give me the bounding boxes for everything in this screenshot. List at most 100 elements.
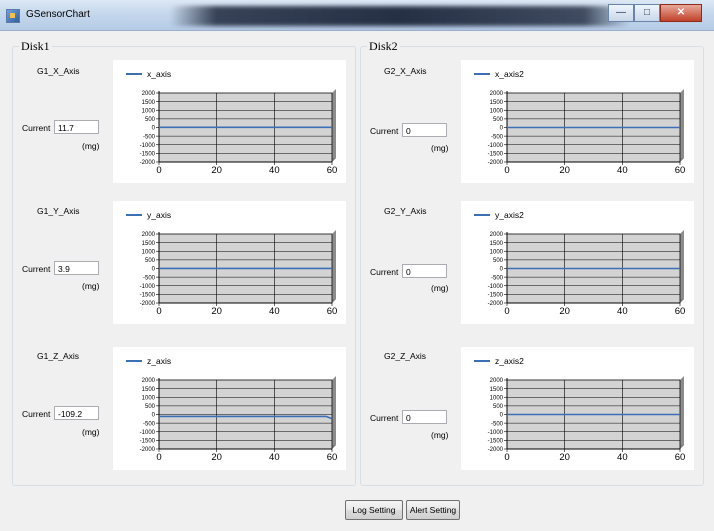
g2-z-axis-label: G2_Z_Axis (384, 351, 427, 361)
x-tick-label: 0 (156, 165, 161, 176)
legend-label: x_axis2 (495, 69, 524, 79)
y-tick-label: -2000 (488, 160, 504, 166)
g2-y-axis-label: G2_Y_Axis (384, 206, 427, 216)
g1-y-axis-label: G1_Y_Axis (37, 206, 80, 216)
y-tick-label: -500 (143, 275, 156, 281)
y-tick-label: 500 (493, 258, 504, 264)
maximize-button[interactable]: □ (634, 4, 660, 22)
disk1-title: Disk1 (19, 39, 52, 54)
y-tick-label: 1000 (142, 249, 156, 255)
y-tick-label: 2000 (490, 378, 504, 384)
y-tick-label: -1500 (140, 293, 156, 299)
y-tick-label: -500 (143, 134, 156, 140)
x-tick-label: 60 (327, 165, 338, 176)
y-tick-label: 2000 (142, 378, 156, 384)
legend-label: z_axis (147, 356, 171, 366)
y-tick-label: -1500 (140, 152, 156, 158)
x-tick-label: 40 (269, 452, 280, 463)
x-tick-label: 20 (559, 452, 570, 463)
x-tick-label: 40 (269, 165, 280, 176)
plot-side-wall (680, 230, 684, 303)
y-tick-label: 0 (500, 413, 504, 419)
chart-svg: y_axis2 2000 1500 1000 500 0 -500 -1000 -1500 -20… (474, 210, 685, 317)
app-icon (6, 9, 20, 23)
x-tick-label: 60 (327, 306, 338, 317)
y-tick-label: -500 (491, 134, 504, 140)
minimize-button[interactable]: — (608, 4, 634, 22)
y-tick-label: -2000 (140, 447, 156, 453)
close-button[interactable]: ✕ (660, 4, 702, 22)
y-tick-label: 2000 (142, 232, 156, 238)
x-tick-label: 0 (156, 452, 161, 463)
g1-z-unit-label: (mg) (82, 427, 100, 437)
y-tick-label: -500 (491, 275, 504, 281)
y-tick-label: 0 (152, 267, 156, 273)
y-tick-label: -1500 (488, 152, 504, 158)
disk2-title: Disk2 (367, 39, 400, 54)
g1-y-unit-label: (mg) (82, 281, 100, 291)
g1-x-axis-chart: x_axis 2000 1500 1000 500 0 -500 -1000 -1500 -200… (113, 60, 346, 183)
y-tick-label: -1000 (140, 430, 156, 436)
y-tick-label: -500 (143, 421, 156, 427)
legend-label: y_axis2 (495, 210, 524, 220)
x-tick-label: 20 (211, 306, 222, 317)
g2-x-axis-chart: x_axis2 2000 1500 1000 500 0 -500 -1000 -1500 -20… (461, 60, 694, 183)
alert-setting-button[interactable]: Alert Setting (406, 500, 460, 520)
x-tick-label: 0 (156, 306, 161, 317)
log-setting-button[interactable]: Log Setting (345, 500, 403, 520)
x-tick-label: 60 (675, 452, 686, 463)
g2-x-current-value[interactable]: 0 (402, 123, 447, 137)
y-tick-label: 500 (493, 404, 504, 410)
y-tick-label: 1000 (490, 108, 504, 114)
y-tick-label: 1500 (490, 387, 504, 393)
x-tick-label: 20 (559, 306, 570, 317)
y-tick-label: -1000 (488, 143, 504, 149)
y-tick-label: 0 (152, 413, 156, 419)
chart-svg: z_axis 2000 1500 1000 500 0 -500 -1000 -1500 -200… (126, 356, 337, 463)
y-tick-label: 1500 (490, 100, 504, 106)
g1-z-current-value[interactable]: -109.2 (54, 406, 99, 420)
g2-z-current-value[interactable]: 0 (402, 410, 447, 424)
plot-side-wall (332, 376, 336, 449)
g1-y-current-label: Current (22, 264, 51, 274)
title-bar-obscured-area (170, 6, 630, 26)
y-tick-label: 0 (152, 126, 156, 132)
y-tick-label: 1000 (142, 395, 156, 401)
legend-label: y_axis (147, 210, 171, 220)
window-title: GSensorChart (26, 9, 90, 20)
g2-x-unit-label: (mg) (431, 143, 449, 153)
plot-side-wall (680, 89, 684, 162)
g1-z-current-label: Current (22, 409, 51, 419)
y-tick-label: 500 (145, 258, 156, 264)
y-tick-label: 2000 (142, 91, 156, 97)
y-tick-label: -2000 (488, 447, 504, 453)
g2-z-axis-chart: z_axis2 2000 1500 1000 500 0 -500 -1000 -1500 -20… (461, 347, 694, 470)
g1-x-axis-label: G1_X_Axis (37, 66, 80, 76)
g1-y-axis-chart: y_axis 2000 1500 1000 500 0 -500 -1000 -1500 -200… (113, 201, 346, 324)
title-bar[interactable]: GSensorChart — □ ✕ (0, 0, 714, 31)
y-tick-label: 0 (500, 126, 504, 132)
g1-x-current-label: Current (22, 123, 51, 133)
y-tick-label: 1000 (490, 395, 504, 401)
chart-svg: x_axis 2000 1500 1000 500 0 -500 -1000 -1500 -200… (126, 69, 338, 176)
plot-side-wall (680, 376, 684, 449)
y-tick-label: -1000 (140, 284, 156, 290)
legend-label: z_axis2 (495, 356, 524, 366)
y-tick-label: 500 (145, 404, 156, 410)
g1-x-current-value[interactable]: 11.7 (54, 120, 99, 134)
g2-z-unit-label: (mg) (431, 430, 449, 440)
y-tick-label: -500 (491, 421, 504, 427)
y-tick-label: 2000 (490, 232, 504, 238)
legend-label: x_axis (147, 69, 171, 79)
plot-side-wall (332, 89, 336, 162)
y-tick-label: 1000 (142, 108, 156, 114)
g1-y-current-value[interactable]: 3.9 (54, 261, 99, 275)
y-tick-label: 2000 (490, 91, 504, 97)
y-tick-label: 1500 (490, 241, 504, 247)
g1-x-unit-label: (mg) (82, 141, 100, 151)
x-tick-label: 20 (559, 165, 570, 176)
y-tick-label: -1000 (488, 430, 504, 436)
g2-y-current-value[interactable]: 0 (402, 264, 447, 278)
app-window: GSensorChart — □ ✕ Disk1 Disk2 G1_X_Axis… (0, 0, 714, 531)
g1-z-axis-chart: z_axis 2000 1500 1000 500 0 -500 -1000 -1500 -200… (113, 347, 346, 470)
